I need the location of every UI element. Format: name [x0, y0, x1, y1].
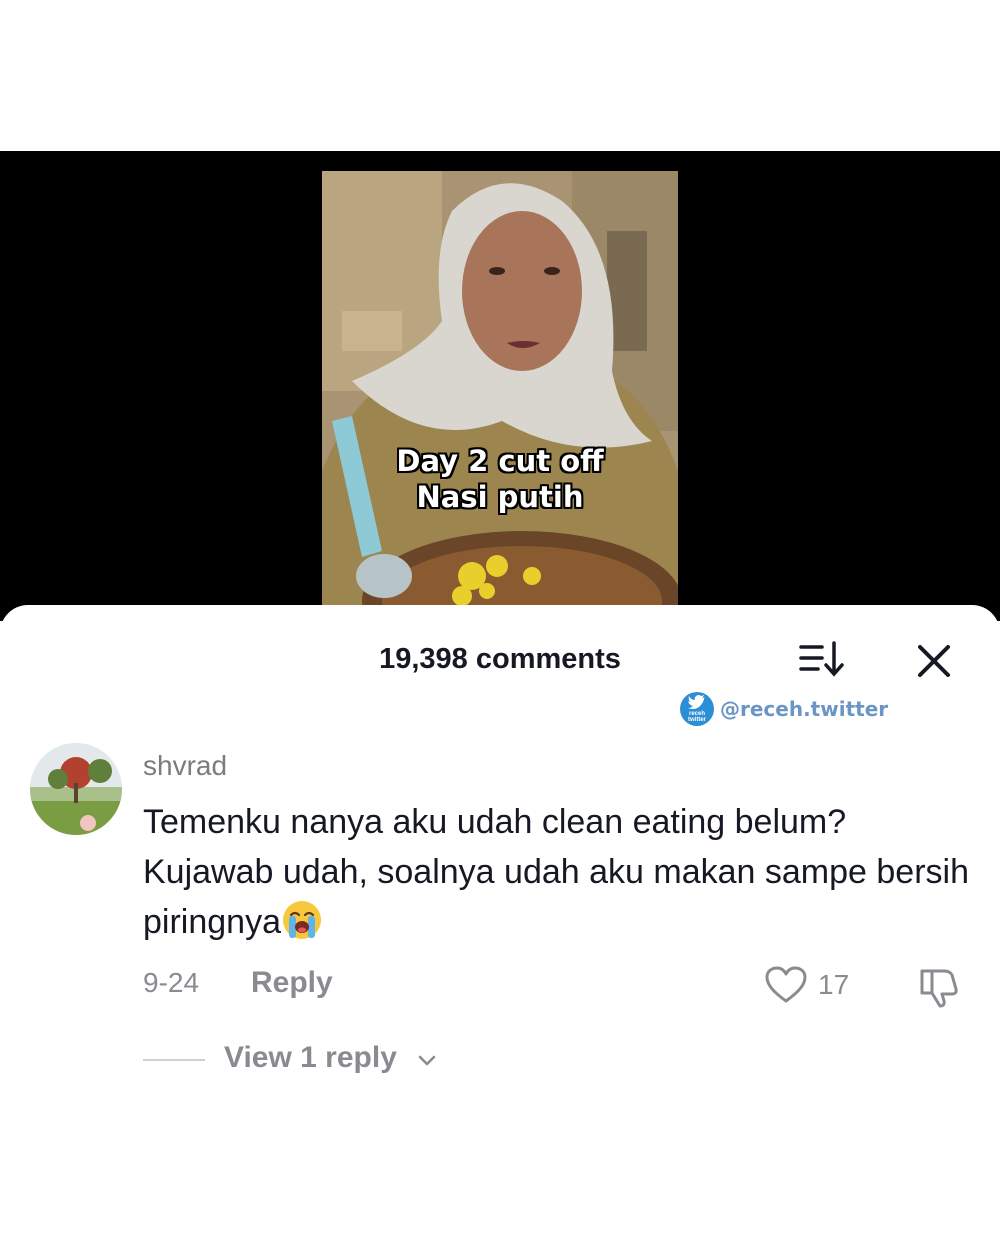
caption-line-2: Nasi putih: [416, 480, 584, 514]
watermark-logo-line-2: twitter: [688, 717, 706, 723]
loudly-crying-face-emoji: [282, 901, 321, 939]
video-thumbnail: [322, 171, 678, 621]
heart-icon[interactable]: [764, 965, 808, 1005]
bird-icon: [688, 695, 705, 709]
avatar-image: [30, 743, 122, 835]
comment-text: Temenku nanya aku udah clean eating belu…: [143, 797, 983, 947]
comments-sheet: 19,398 comments receh twitter @receh.twi…: [0, 605, 1000, 1250]
comment-date: 9-24: [143, 967, 200, 998]
watermark-logo-text: receh twitter: [680, 711, 714, 723]
top-margin: [0, 0, 1000, 151]
avatar[interactable]: [30, 743, 122, 835]
like-count: 17: [818, 969, 850, 1000]
sort-list-icon[interactable]: [798, 639, 846, 679]
view-replies-button[interactable]: View 1 reply: [224, 1041, 397, 1075]
replies-divider: [143, 1059, 205, 1061]
reply-button[interactable]: Reply: [251, 966, 333, 1000]
thumbs-down-icon[interactable]: [916, 963, 962, 1009]
comment-username[interactable]: shvrad: [143, 750, 227, 782]
chevron-down-icon[interactable]: [415, 1049, 439, 1073]
comment-body: Temenku nanya aku udah clean eating belu…: [143, 803, 969, 941]
watermark: receh twitter @receh.twitter: [680, 689, 888, 729]
close-icon[interactable]: [912, 639, 956, 683]
video-frame[interactable]: Day 2 cut off Nasi putih: [322, 171, 678, 621]
watermark-handle: @receh.twitter: [720, 697, 889, 721]
comment-count: 19,398 comments: [379, 643, 621, 675]
watermark-logo: receh twitter: [680, 692, 714, 726]
caption-line-1: Day 2 cut off: [396, 444, 604, 478]
video-player[interactable]: Day 2 cut off Nasi putih: [0, 151, 1000, 621]
video-caption: Day 2 cut off Nasi putih: [322, 443, 678, 515]
